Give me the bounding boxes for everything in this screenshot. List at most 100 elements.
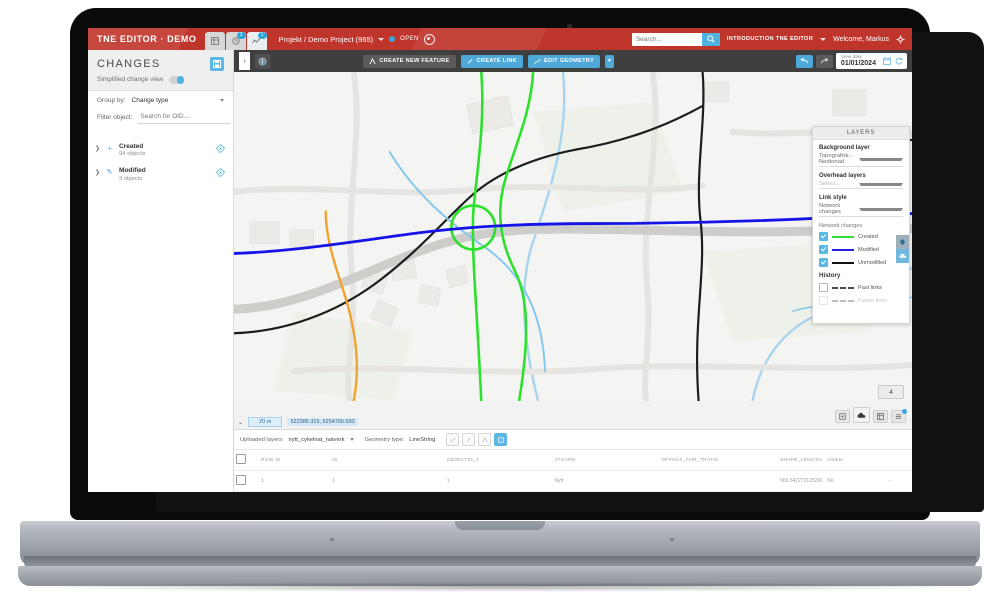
chevron-down-icon[interactable] [220,98,224,102]
search-box[interactable] [631,32,720,46]
collapse-sidebar-button[interactable]: ‹ [239,52,250,70]
header-right: INTRODUCTION TNE EDITOR Welcome, Markus [631,28,912,50]
overhead-layers-select[interactable]: Select... [819,181,903,189]
info-button[interactable] [255,53,270,69]
project-selector[interactable]: Projekt / Demo Project (965) OPEN [279,28,435,50]
zoom-to-icon[interactable] [216,168,225,177]
table-view-button[interactable] [873,410,888,423]
background-layer-select[interactable]: Topografisk - Nedtonad [819,153,903,167]
cloud-upload-button[interactable] [853,407,870,423]
app-brand: TNE EDITOR · DEMO [97,34,197,44]
changes-tab[interactable]: 1 [246,32,267,50]
help-menu-label[interactable]: INTRODUCTION TNE EDITOR [727,36,813,42]
search-input[interactable] [631,32,702,46]
select-tool-button[interactable] [494,433,508,446]
history-item-past-links[interactable]: Past links [819,283,903,292]
list-icon [895,414,902,419]
save-changes-button[interactable] [210,57,224,71]
more-tools-button[interactable]: ▾ [605,54,615,68]
collapse-panel-chevron-icon[interactable]: ⌄ [238,419,243,426]
redo-button[interactable] [815,54,833,68]
create-link-button[interactable]: CREATE LINK [460,54,524,68]
edit-geometry-button[interactable]: EDIT GEOMETRY [528,54,601,68]
scale-bar: 20 m [248,417,283,427]
col-shape-length[interactable]: SHAPE_LENGTH [777,450,826,471]
target-icon[interactable] [423,33,435,45]
map-scale-row: ⌄ 20 m 522386.315, 6254765.693 [234,415,362,429]
row-actions-button[interactable]: ··· [885,470,912,492]
history-checkbox[interactable] [819,296,828,305]
create-new-feature-button[interactable]: CREATE NEW FEATURE [363,54,456,68]
uploaded-layers-label: Uploaded layers: [240,436,284,443]
legend-label: Modified [858,246,880,253]
header-tabs: 3 1 [204,28,267,50]
map-action-buttons: CREATE NEW FEATURE CREATE LINK EDIT GEOM… [363,54,615,68]
undo-button[interactable] [795,54,813,68]
link-style-select[interactable]: Network changes [819,203,903,217]
search-button[interactable] [701,32,720,46]
cell-oppnas-for-trafik [659,470,778,492]
legend-checkbox[interactable] [819,258,828,267]
history-tab[interactable]: 3 [225,32,246,50]
row-checkbox[interactable] [236,475,246,485]
history-checkbox[interactable] [819,283,828,292]
col-visible[interactable]: Visible [825,450,886,471]
history-item-future-links[interactable]: Future links [819,296,903,305]
history-section-label: History [819,272,841,279]
tree-node-text: Modified 3 objects [119,167,211,182]
view-date-control[interactable]: View date 01/01/2024 [835,53,907,69]
legend-item-unmodified[interactable]: Unmodified [819,258,903,267]
expand-chevron-icon[interactable]: ❯ [95,169,100,176]
filter-object-input[interactable] [138,110,231,124]
cell-row-id: 1 [259,470,331,492]
cell-objectid-1: 1 [444,470,553,492]
info-icon [258,56,267,66]
tree-node-count: 3 objects [119,175,143,182]
grid-icon [210,37,219,45]
snap-tool-button[interactable] [446,433,460,446]
attribute-table: ROW ID ID OBJECTID_1 ATGARD OPPNAS_FOR_T… [234,450,912,492]
col-id[interactable]: ID [330,450,445,471]
col-actions [885,450,912,471]
plus-icon: + [107,143,112,153]
uploaded-layers-bar: Uploaded layers: nytt_cykelnat_natverk G… [234,430,912,450]
help-menu-chevron-icon[interactable] [820,37,827,41]
tree-node-modified[interactable]: ❯ ✎ Modified 3 objects [88,162,233,187]
group-by-row[interactable]: Group by: Change type [97,97,224,104]
laptop-base-notch [455,521,545,530]
changes-sidebar: CHANGES Simplified change view Group by:… [88,50,241,492]
map-canvas[interactable]: LAYERS Background layer Topografisk - Ne… [234,72,912,429]
weather-layer-button[interactable] [896,249,909,263]
tne-editor-app: TNE EDITOR · DEMO 3 1 Projekt / Demo Pro… [88,28,912,492]
select-all-checkbox[interactable] [236,454,246,464]
gear-icon[interactable] [896,34,905,44]
col-atgard[interactable]: ATGARD [552,450,660,471]
refresh-icon[interactable] [895,57,903,65]
feature-count-badge[interactable]: 4 [878,385,904,399]
simplified-view-toggle[interactable] [169,76,185,84]
tree-node-name: Created [119,142,144,150]
legend-item-modified[interactable]: Modified [819,245,903,254]
col-row-id[interactable]: ROW ID [259,450,331,471]
table-row[interactable]: 1 1 1 Nytt 569.542272125291 No ··· [234,470,912,492]
chevron-down-icon[interactable] [349,438,354,441]
basemap-button[interactable] [835,410,850,423]
tree-node-created[interactable]: ❯ + Created 94 objects [88,138,233,163]
app-body: CHANGES Simplified change view Group by:… [88,50,912,492]
col-oppnas-for-trafik[interactable]: OPPNAS_FOR_TRAFIK [659,450,778,471]
legend-checkbox[interactable] [819,232,828,241]
calendar-icon[interactable] [883,57,891,65]
legend-item-created[interactable]: Created [819,232,903,241]
expand-chevron-icon[interactable]: ❯ [95,145,100,152]
split-tool-button[interactable] [478,433,492,446]
draw-tool-button[interactable] [462,433,476,446]
grid-tab[interactable] [204,32,225,50]
changes-tree: ❯ + Created 94 objects ❯ ✎ Modified 3 ob… [88,134,233,492]
col-objectid-1[interactable]: OBJECTID_1 [444,450,553,471]
list-view-button[interactable] [891,409,907,423]
measure-tool-button[interactable] [896,235,909,249]
tree-node-count: 94 objects [119,151,146,157]
zoom-to-icon[interactable] [216,143,225,153]
legend-checkbox[interactable] [819,245,828,254]
legend-swatch [832,261,854,264]
